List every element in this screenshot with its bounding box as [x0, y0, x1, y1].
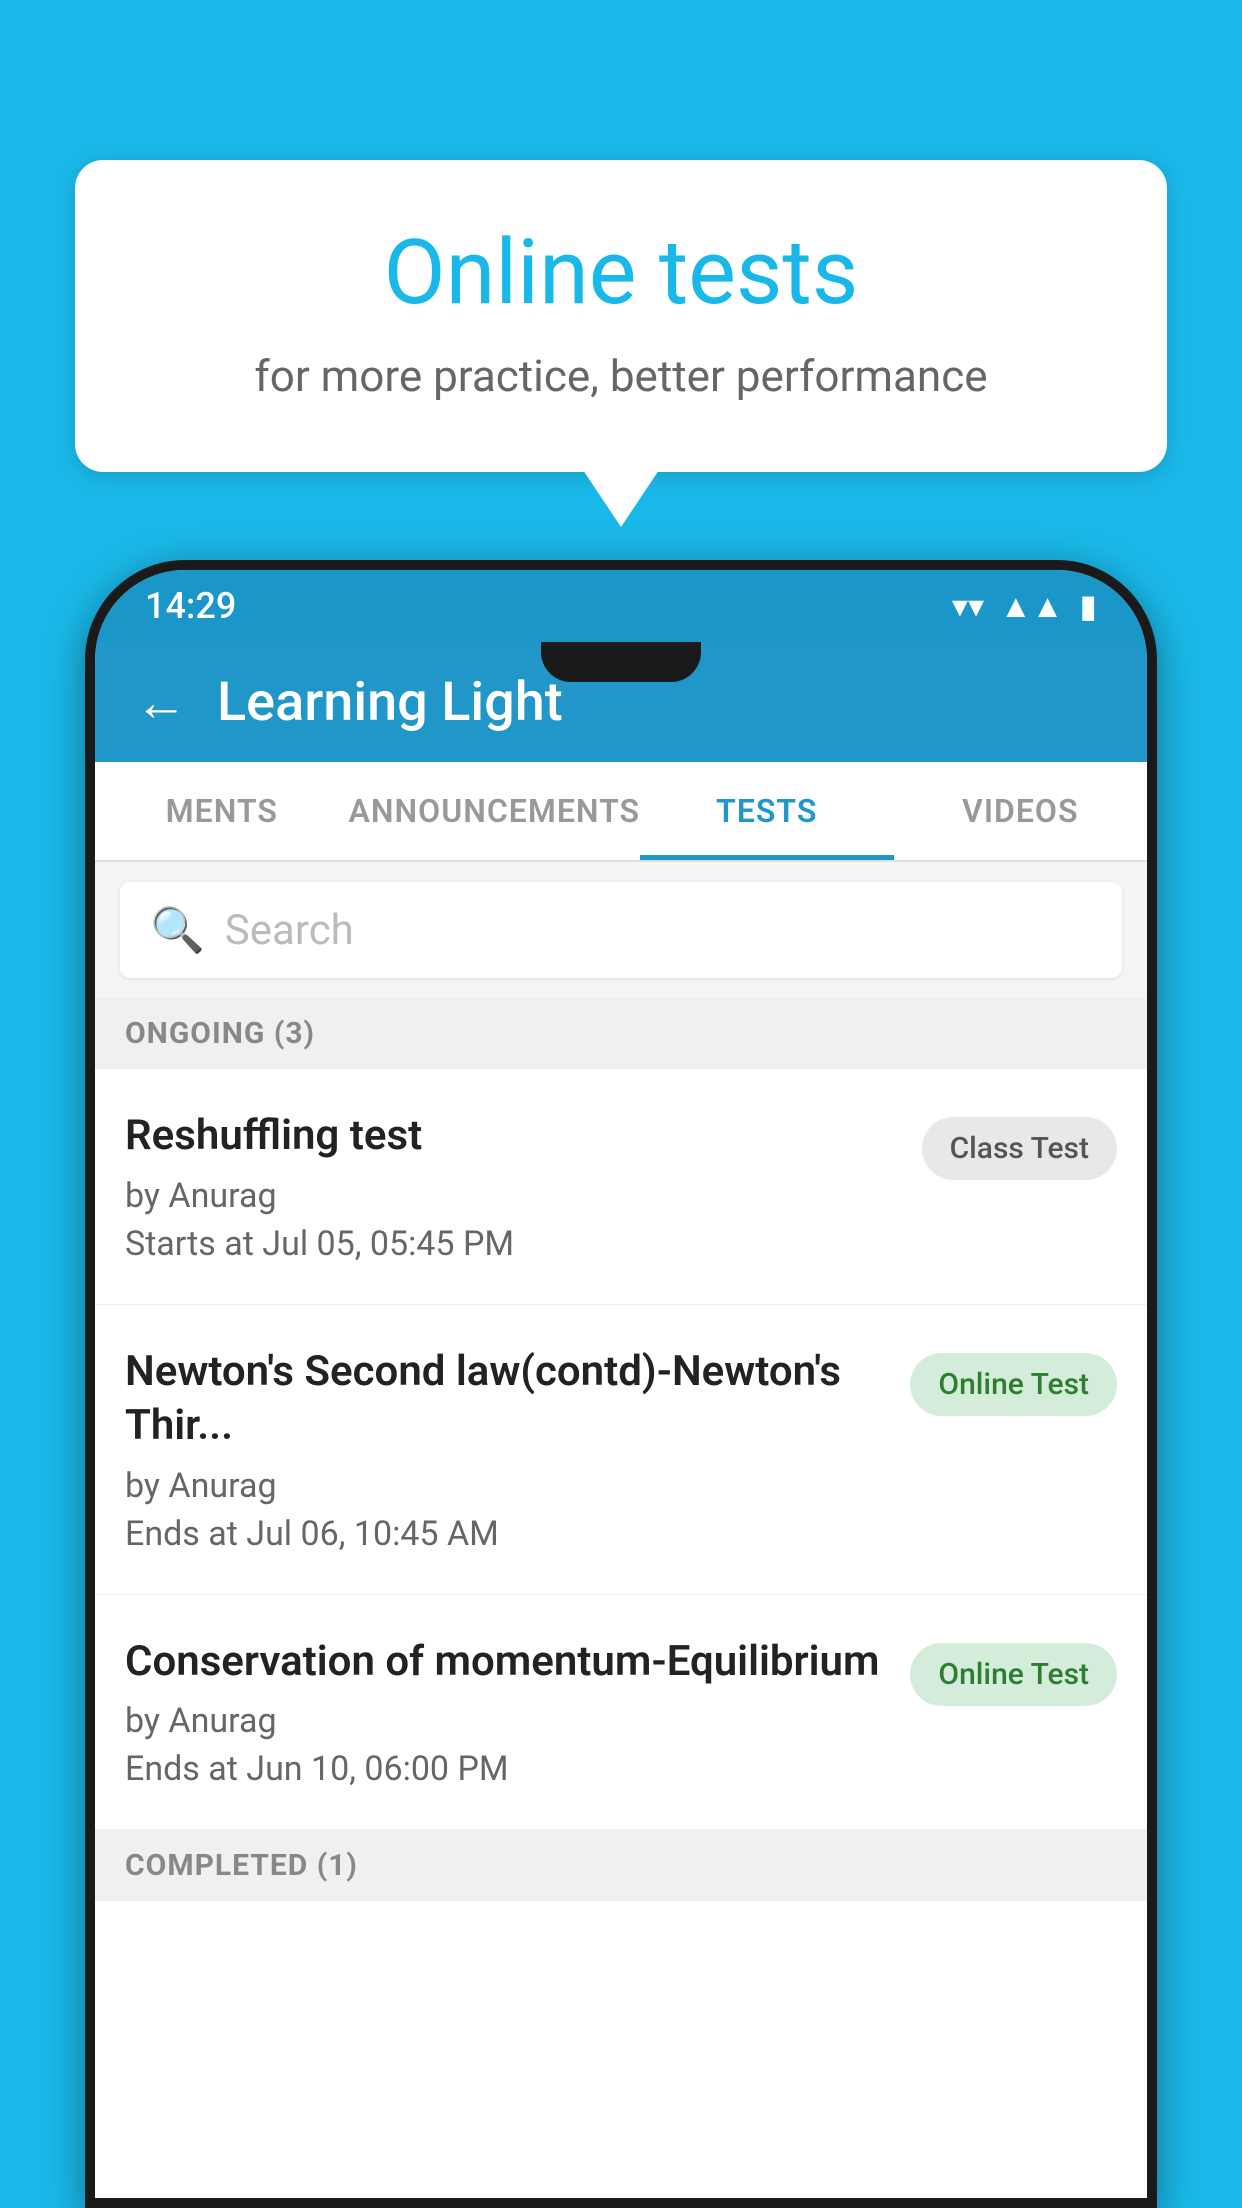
search-icon: 🔍	[150, 904, 205, 956]
tab-ments[interactable]: MENTS	[95, 762, 349, 860]
test-name: Conservation of momentum-Equilibrium	[125, 1635, 890, 1690]
app-title: Learning Light	[217, 671, 563, 734]
phone-frame: 14:29 ▾▾ ▲▲ ▮ ← Learning Light MENTS ANN…	[85, 560, 1157, 2208]
search-container: 🔍 Search	[95, 862, 1147, 998]
signal-icon: ▲▲	[1000, 587, 1063, 625]
test-name: Reshuffling test	[125, 1109, 902, 1164]
test-info: Conservation of momentum-Equilibrium by …	[125, 1635, 890, 1790]
test-name: Newton's Second law(contd)-Newton's Thir…	[125, 1345, 890, 1454]
test-date: Ends at Jun 10, 06:00 PM	[125, 1749, 890, 1789]
test-info: Newton's Second law(contd)-Newton's Thir…	[125, 1345, 890, 1554]
tab-announcements[interactable]: ANNOUNCEMENTS	[349, 762, 641, 860]
speech-bubble: Online tests for more practice, better p…	[75, 160, 1167, 472]
search-input-wrap[interactable]: 🔍 Search	[120, 882, 1122, 978]
test-badge-class: Class Test	[922, 1117, 1117, 1180]
notch	[541, 642, 701, 682]
phone-screen: 14:29 ▾▾ ▲▲ ▮ ← Learning Light MENTS ANN…	[95, 570, 1147, 2198]
tab-tests[interactable]: TESTS	[640, 762, 894, 860]
ongoing-section-header: ONGOING (3)	[95, 998, 1147, 1069]
tabs-bar: MENTS ANNOUNCEMENTS TESTS VIDEOS	[95, 762, 1147, 862]
status-bar: 14:29 ▾▾ ▲▲ ▮	[95, 570, 1147, 642]
test-item[interactable]: Newton's Second law(contd)-Newton's Thir…	[95, 1305, 1147, 1595]
search-input[interactable]: Search	[225, 906, 354, 955]
status-icons: ▾▾ ▲▲ ▮	[952, 587, 1097, 625]
test-list: Reshuffling test by Anurag Starts at Jul…	[95, 1069, 1147, 2198]
bubble-subtitle: for more practice, better performance	[155, 350, 1087, 402]
test-badge-online: Online Test	[910, 1353, 1117, 1416]
battery-icon: ▮	[1079, 587, 1097, 625]
bubble-title: Online tests	[155, 220, 1087, 325]
test-date: Starts at Jul 05, 05:45 PM	[125, 1224, 902, 1264]
test-date: Ends at Jul 06, 10:45 AM	[125, 1514, 890, 1554]
test-by: by Anurag	[125, 1176, 902, 1216]
status-time: 14:29	[145, 585, 236, 627]
test-badge-online: Online Test	[910, 1643, 1117, 1706]
tab-videos[interactable]: VIDEOS	[894, 762, 1147, 860]
test-item[interactable]: Conservation of momentum-Equilibrium by …	[95, 1595, 1147, 1831]
back-button[interactable]: ←	[135, 672, 187, 733]
test-item[interactable]: Reshuffling test by Anurag Starts at Jul…	[95, 1069, 1147, 1305]
test-by: by Anurag	[125, 1701, 890, 1741]
wifi-icon: ▾▾	[952, 587, 984, 625]
completed-section-header: COMPLETED (1)	[95, 1830, 1147, 1901]
test-info: Reshuffling test by Anurag Starts at Jul…	[125, 1109, 902, 1264]
test-by: by Anurag	[125, 1466, 890, 1506]
